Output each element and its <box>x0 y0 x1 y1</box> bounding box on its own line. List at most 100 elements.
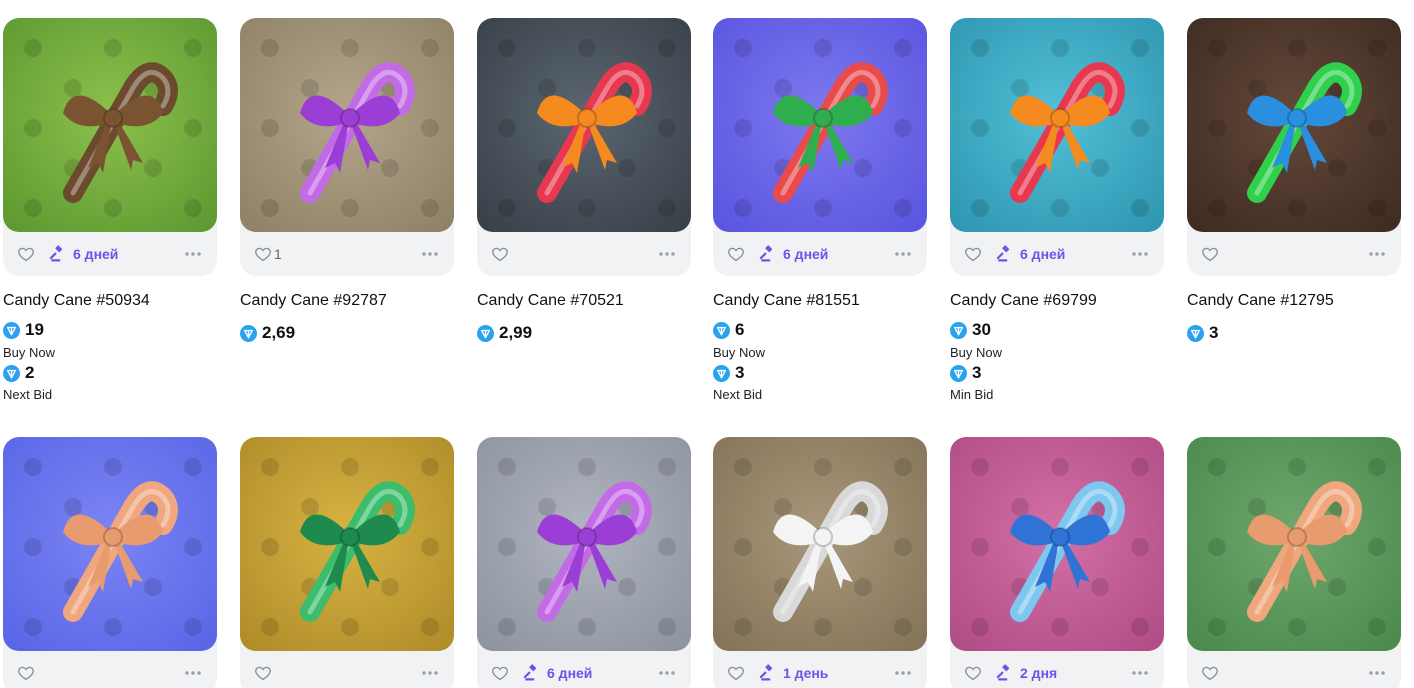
heart-icon[interactable] <box>964 245 982 263</box>
nft-card[interactable] <box>1187 437 1401 688</box>
nft-image[interactable] <box>713 437 927 651</box>
nft-card[interactable]: 1 день <box>713 437 927 688</box>
card-thumbnail[interactable]: 1 день <box>713 437 927 688</box>
price-value: 2,99 <box>499 323 533 342</box>
ton-icon <box>3 364 20 382</box>
card-thumbnail[interactable]: 6 дней <box>713 18 927 276</box>
bid: 3 <box>713 363 744 383</box>
more-dots-icon[interactable] <box>657 245 677 263</box>
auction-timer[interactable]: 6 дней <box>523 664 592 682</box>
bid-value: 3 <box>735 363 745 382</box>
heart-icon[interactable] <box>1201 664 1219 682</box>
nft-card[interactable]: 1 Candy Cane #92787 2,69 <box>240 18 454 342</box>
auction-time-left: 6 дней <box>783 246 829 262</box>
nft-card[interactable]: Candy Cane #70521 2,99 <box>477 18 691 342</box>
card-thumbnail[interactable] <box>1187 18 1401 276</box>
nft-card[interactable]: 2 дня <box>950 437 1164 688</box>
nft-image[interactable] <box>477 18 691 232</box>
price-value: 19 <box>25 320 44 339</box>
more-dots-icon[interactable] <box>1130 245 1150 263</box>
nft-title[interactable]: Candy Cane #92787 <box>240 292 387 310</box>
nft-card[interactable] <box>240 437 454 688</box>
nft-image[interactable] <box>3 18 217 232</box>
ton-icon <box>713 364 730 382</box>
card-action-bar: 6 дней <box>713 232 927 276</box>
more-dots-icon[interactable] <box>1367 664 1387 682</box>
price-value: 3 <box>1209 323 1219 342</box>
card-action-bar <box>477 232 691 276</box>
heart-icon[interactable] <box>17 664 35 682</box>
heart-icon[interactable] <box>254 245 272 263</box>
more-dots-icon[interactable] <box>1367 245 1387 263</box>
card-action-bar: 6 дней <box>477 651 691 688</box>
more-dots-icon[interactable] <box>183 664 203 682</box>
nft-title[interactable]: Candy Cane #69799 <box>950 292 1097 310</box>
ton-icon <box>240 324 257 342</box>
nft-image[interactable] <box>950 18 1164 232</box>
card-thumbnail[interactable]: 1 <box>240 18 454 276</box>
nft-image[interactable] <box>240 437 454 651</box>
gavel-icon <box>996 664 1014 682</box>
nft-card[interactable]: 6 дней Candy Cane #50934 19 Buy Now 2 Next Bi… <box>3 18 217 402</box>
nft-image[interactable] <box>713 18 927 232</box>
card-thumbnail[interactable]: 2 дня <box>950 437 1164 688</box>
heart-icon[interactable] <box>254 664 272 682</box>
nft-image[interactable] <box>950 437 1164 651</box>
more-dots-icon[interactable] <box>893 664 913 682</box>
card-thumbnail[interactable] <box>477 18 691 276</box>
more-dots-icon[interactable] <box>420 245 440 263</box>
price: 2,69 <box>240 323 295 343</box>
heart-icon[interactable] <box>491 245 509 263</box>
more-dots-icon[interactable] <box>183 245 203 263</box>
nft-image[interactable] <box>1187 18 1401 232</box>
card-thumbnail[interactable] <box>1187 437 1401 688</box>
auction-timer[interactable]: 6 дней <box>49 245 118 263</box>
nft-title[interactable]: Candy Cane #50934 <box>3 292 150 310</box>
gavel-icon <box>523 664 541 682</box>
price: 3 <box>1187 323 1218 343</box>
nft-image[interactable] <box>1187 437 1401 651</box>
card-thumbnail[interactable]: 6 дней <box>950 18 1164 276</box>
card-action-bar: 1 <box>240 232 454 276</box>
nft-card[interactable]: 6 дней Candy Cane #69799 30 Buy Now 3 Min Bid <box>950 18 1164 402</box>
more-dots-icon[interactable] <box>420 664 440 682</box>
nft-card[interactable]: Candy Cane #12795 3 <box>1187 18 1401 342</box>
card-action-bar <box>3 651 217 688</box>
nft-title[interactable]: Candy Cane #81551 <box>713 292 860 310</box>
price-label: Buy Now <box>950 345 1003 360</box>
nft-image[interactable] <box>477 437 691 651</box>
card-action-bar <box>1187 232 1401 276</box>
heart-icon[interactable] <box>964 664 982 682</box>
price-label: Buy Now <box>3 345 56 360</box>
nft-image[interactable] <box>240 18 454 232</box>
more-dots-icon[interactable] <box>1130 664 1150 682</box>
ton-icon <box>713 321 730 339</box>
bid: 2 <box>3 363 34 383</box>
auction-timer[interactable]: 1 день <box>759 664 828 682</box>
card-thumbnail[interactable]: 6 дней <box>477 437 691 688</box>
ton-icon <box>950 321 967 339</box>
bid-value: 3 <box>972 363 982 382</box>
heart-icon[interactable] <box>727 245 745 263</box>
more-dots-icon[interactable] <box>893 245 913 263</box>
heart-icon[interactable] <box>491 664 509 682</box>
nft-card[interactable]: 6 дней Candy Cane #81551 6 Buy Now 3 Next Bid <box>713 18 927 402</box>
card-action-bar: 6 дней <box>3 232 217 276</box>
heart-icon[interactable] <box>17 245 35 263</box>
auction-time-left: 6 дней <box>1020 246 1066 262</box>
auction-timer[interactable]: 6 дней <box>996 245 1065 263</box>
nft-image[interactable] <box>3 437 217 651</box>
price-value: 2,69 <box>262 323 296 342</box>
more-dots-icon[interactable] <box>657 664 677 682</box>
auction-timer[interactable]: 2 дня <box>996 664 1057 682</box>
card-thumbnail[interactable]: 6 дней <box>3 18 217 276</box>
heart-icon[interactable] <box>727 664 745 682</box>
nft-title[interactable]: Candy Cane #12795 <box>1187 292 1334 310</box>
nft-title[interactable]: Candy Cane #70521 <box>477 292 624 310</box>
auction-timer[interactable]: 6 дней <box>759 245 828 263</box>
card-thumbnail[interactable] <box>240 437 454 688</box>
card-thumbnail[interactable] <box>3 437 217 688</box>
nft-card[interactable] <box>3 437 217 688</box>
heart-icon[interactable] <box>1201 245 1219 263</box>
nft-card[interactable]: 6 дней <box>477 437 691 688</box>
